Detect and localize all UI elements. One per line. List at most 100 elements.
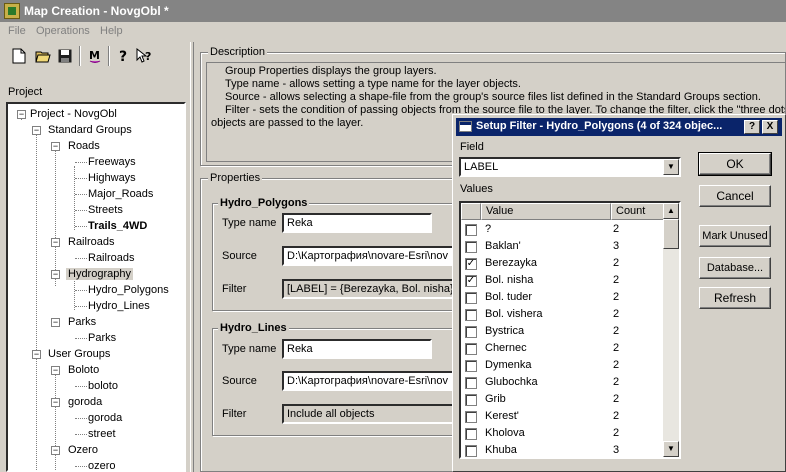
value-checkbox[interactable] xyxy=(465,428,477,440)
tree-item-parks[interactable]: Parks xyxy=(68,314,96,330)
menu-operations[interactable]: Operations xyxy=(36,25,90,37)
list-item[interactable]: Kerest' 2 xyxy=(461,408,665,425)
tree-item-boloto[interactable]: Boloto xyxy=(68,362,99,378)
chevron-down-icon[interactable]: ▼ xyxy=(663,159,679,175)
value-checkbox[interactable] xyxy=(465,377,477,389)
help-button[interactable]: ? xyxy=(744,120,760,134)
list-item[interactable]: ✓ Berezayka 2 xyxy=(461,255,665,272)
value-checkbox[interactable] xyxy=(465,241,477,253)
collapse-toggle[interactable]: − xyxy=(32,350,41,359)
list-item[interactable]: Glubochka 2 xyxy=(461,374,665,391)
collapse-toggle[interactable]: − xyxy=(51,142,60,151)
scroll-thumb[interactable] xyxy=(663,219,679,249)
new-file-icon[interactable] xyxy=(8,45,30,67)
value-checkbox[interactable] xyxy=(465,360,477,372)
tree-item-parks-layer[interactable]: Parks xyxy=(88,330,116,346)
setup-filter-dialog[interactable]: Setup Filter - Hydro_Polygons (4 of 324 … xyxy=(452,114,786,472)
tree-item-freeways[interactable]: Freeways xyxy=(88,154,136,170)
collapse-toggle[interactable]: − xyxy=(51,398,60,407)
list-item[interactable]: Dymenka 2 xyxy=(461,357,665,374)
value-checkbox[interactable] xyxy=(465,326,477,338)
map-icon[interactable]: M xyxy=(84,45,106,67)
collapse-toggle[interactable]: − xyxy=(51,270,60,279)
value-checkbox[interactable]: ✓ xyxy=(465,275,477,287)
tree-item-user-groups[interactable]: User Groups xyxy=(48,346,110,362)
value-checkbox[interactable] xyxy=(465,309,477,321)
ok-button[interactable]: OK xyxy=(698,152,772,176)
dialog-title-bar[interactable]: Setup Filter - Hydro_Polygons (4 of 324 … xyxy=(456,118,782,136)
value-cell: Bystrica xyxy=(485,325,525,337)
column-header-value[interactable]: Value xyxy=(481,203,611,220)
collapse-toggle[interactable]: − xyxy=(51,238,60,247)
list-item[interactable]: Kholova 2 xyxy=(461,425,665,442)
cancel-button[interactable]: Cancel xyxy=(699,185,771,207)
value-checkbox[interactable] xyxy=(465,343,477,355)
collapse-toggle[interactable]: − xyxy=(51,366,60,375)
scroll-down-button[interactable]: ▼ xyxy=(663,441,679,457)
refresh-button[interactable]: Refresh xyxy=(699,287,771,309)
list-item[interactable]: Chernec 2 xyxy=(461,340,665,357)
value-checkbox[interactable] xyxy=(465,292,477,304)
context-help-icon[interactable]: ? xyxy=(134,45,156,67)
save-icon[interactable] xyxy=(54,45,76,67)
tree-item-street[interactable]: street xyxy=(88,426,116,442)
menu-help[interactable]: Help xyxy=(100,25,123,37)
close-button[interactable]: X xyxy=(762,120,778,134)
source-input[interactable]: D:\Картография\novare-Esri\nov xyxy=(282,246,454,266)
database-button[interactable]: Database... xyxy=(699,257,771,279)
list-item[interactable]: Khuba 3 xyxy=(461,442,665,457)
scroll-up-button[interactable]: ▲ xyxy=(663,203,679,219)
value-checkbox[interactable] xyxy=(465,394,477,406)
filter-field[interactable]: Include all objects xyxy=(282,404,454,424)
list-item[interactable]: Grib 2 xyxy=(461,391,665,408)
menu-file[interactable]: File xyxy=(8,25,26,37)
type-name-input[interactable]: Reka xyxy=(282,213,432,233)
value-checkbox[interactable] xyxy=(465,445,477,457)
project-tree[interactable]: − Project - NovgObl − Standard Groups − … xyxy=(6,102,186,472)
collapse-toggle[interactable]: − xyxy=(32,126,41,135)
tree-item-railroads[interactable]: Railroads xyxy=(68,234,114,250)
open-folder-icon[interactable] xyxy=(32,45,54,67)
field-select[interactable]: LABEL ▼ xyxy=(459,157,681,177)
column-header-count[interactable]: Count xyxy=(611,203,665,220)
tree-item-goroda-layer[interactable]: goroda xyxy=(88,410,122,426)
value-cell: Chernec xyxy=(485,342,527,354)
source-input[interactable]: D:\Картография\novare-Esri\nov xyxy=(282,371,454,391)
tree-item-hydrography[interactable]: Hydrography xyxy=(66,266,133,282)
tree-item-major-roads[interactable]: Major_Roads xyxy=(88,186,153,202)
tree-item-project[interactable]: Project - NovgObl xyxy=(30,106,117,122)
panel-splitter[interactable] xyxy=(190,42,194,472)
list-item[interactable]: Bol. vishera 2 xyxy=(461,306,665,323)
tree-item-hydro-polygons[interactable]: Hydro_Polygons xyxy=(88,282,169,298)
list-item[interactable]: ? 2 xyxy=(461,221,665,238)
type-name-input[interactable]: Reka xyxy=(282,339,432,359)
window-title-bar[interactable]: Map Creation - NovgObl * xyxy=(0,0,786,22)
list-item[interactable]: ✓ Bol. nisha 2 xyxy=(461,272,665,289)
tree-item-streets[interactable]: Streets xyxy=(88,202,123,218)
collapse-toggle[interactable]: − xyxy=(51,446,60,455)
filter-field[interactable]: [LABEL] = {Berezayka, Bol. nisha} xyxy=(282,279,454,299)
list-item[interactable]: Bystrica 2 xyxy=(461,323,665,340)
list-item[interactable]: Bol. tuder 2 xyxy=(461,289,665,306)
collapse-toggle[interactable]: − xyxy=(51,318,60,327)
tree-item-trails-4wd[interactable]: Trails_4WD xyxy=(88,218,147,234)
tree-item-standard-groups[interactable]: Standard Groups xyxy=(48,122,132,138)
tree-item-goroda[interactable]: goroda xyxy=(68,394,102,410)
collapse-toggle[interactable]: − xyxy=(17,110,26,119)
value-checkbox[interactable] xyxy=(465,224,477,236)
vertical-scrollbar[interactable]: ▲ ▼ xyxy=(663,203,679,457)
tree-item-roads[interactable]: Roads xyxy=(68,138,100,154)
list-item[interactable]: Baklan' 3 xyxy=(461,238,665,255)
tree-item-boloto-layer[interactable]: boloto xyxy=(88,378,118,394)
value-checkbox[interactable] xyxy=(465,411,477,423)
help-icon[interactable]: ? xyxy=(112,45,134,67)
tree-item-highways[interactable]: Highways xyxy=(88,170,136,186)
tree-item-ozero[interactable]: Ozero xyxy=(68,442,98,458)
mark-unused-button[interactable]: Mark Unused xyxy=(699,225,771,247)
value-checkbox[interactable]: ✓ xyxy=(465,258,477,270)
values-list[interactable]: Value Count ? 2 Baklan' 3 ✓ Berezayka 2 ✓ Bol. n… xyxy=(459,201,681,459)
tree-item-railroads-layer[interactable]: Railroads xyxy=(88,250,134,266)
tree-item-hydro-lines[interactable]: Hydro_Lines xyxy=(88,298,150,314)
tree-item-ozero-layer[interactable]: ozero xyxy=(88,458,116,470)
values-label: Values xyxy=(460,183,493,195)
